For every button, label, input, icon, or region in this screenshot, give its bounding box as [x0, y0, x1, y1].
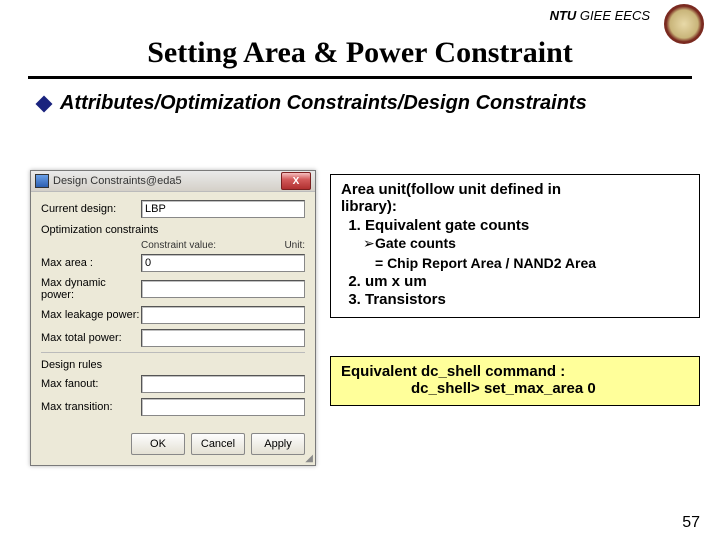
- design-constraints-dialog: Design Constraints@eda5 X Current design…: [30, 170, 316, 466]
- resize-grip-icon[interactable]: ◢: [305, 455, 313, 463]
- info1-sub1-eq: = Chip Report Area / NAND2 Area: [341, 255, 689, 271]
- dc-shell-command-box: Equivalent dc_shell command : dc_shell> …: [330, 356, 700, 406]
- diamond-bullet-icon: [36, 96, 53, 113]
- page-number: 57: [682, 514, 700, 532]
- info1-item2: um x um: [365, 273, 689, 290]
- dialog-buttons: OK Cancel Apply: [31, 425, 315, 465]
- max-transition-field[interactable]: [141, 398, 305, 416]
- current-design-field[interactable]: LBP: [141, 200, 305, 218]
- col-unit-label: Unit:: [284, 240, 305, 251]
- max-fanout-field[interactable]: [141, 375, 305, 393]
- max-dynamic-power-field[interactable]: [141, 280, 305, 298]
- max-fanout-label: Max fanout:: [41, 378, 141, 390]
- close-button[interactable]: X: [281, 172, 311, 190]
- col-value-label: Constraint value:: [141, 240, 216, 251]
- max-total-power-label: Max total power:: [41, 332, 141, 344]
- info1-item1: Equivalent gate counts: [365, 217, 689, 234]
- max-transition-label: Max transition:: [41, 401, 141, 413]
- max-area-field[interactable]: 0: [141, 254, 305, 272]
- header-ntu: NTU: [550, 8, 577, 23]
- info2-line2: dc_shell> set_max_area 0: [341, 380, 689, 397]
- cancel-button[interactable]: Cancel: [191, 433, 245, 455]
- column-headers: Constraint value: Unit:: [41, 240, 305, 251]
- app-icon: [35, 174, 49, 188]
- area-unit-list: Equivalent gate counts: [341, 217, 689, 234]
- separator: [41, 352, 305, 353]
- page-title: Setting Area & Power Constraint: [0, 36, 720, 70]
- apply-button[interactable]: Apply: [251, 433, 305, 455]
- area-unit-info-box: Area unit(follow unit defined in library…: [330, 174, 700, 318]
- max-total-power-field[interactable]: [141, 329, 305, 347]
- max-dynamic-power-label: Max dynamic power:: [41, 277, 141, 301]
- ok-button[interactable]: OK: [131, 433, 185, 455]
- arrow-icon: ➢: [363, 235, 375, 252]
- info2-line1: Equivalent dc_shell command :: [341, 363, 565, 380]
- header-dept: GIEE EECS: [580, 8, 650, 23]
- info1-item3: Transistors: [365, 291, 689, 308]
- max-leakage-power-label: Max leakage power:: [41, 309, 141, 321]
- info1-heading-b: library):: [341, 198, 397, 215]
- dialog-titlebar: Design Constraints@eda5 X: [31, 171, 315, 192]
- design-rules-label: Design rules: [41, 359, 305, 371]
- title-underline: [28, 76, 692, 79]
- header-institution: NTU GIEE EECS: [550, 8, 650, 23]
- close-icon: X: [293, 176, 300, 187]
- current-design-label: Current design:: [41, 203, 141, 215]
- info1-heading-a: Area unit(follow unit defined in: [341, 181, 561, 198]
- max-leakage-power-field[interactable]: [141, 306, 305, 324]
- optimization-constraints-label: Optimization constraints: [41, 224, 305, 236]
- info1-sub1: Gate counts: [375, 235, 456, 251]
- max-area-label: Max area :: [41, 257, 141, 269]
- dialog-title: Design Constraints@eda5: [53, 175, 182, 187]
- bullet-row: Attributes/Optimization Constraints/Desi…: [38, 92, 587, 115]
- menu-path: Attributes/Optimization Constraints/Desi…: [60, 92, 587, 115]
